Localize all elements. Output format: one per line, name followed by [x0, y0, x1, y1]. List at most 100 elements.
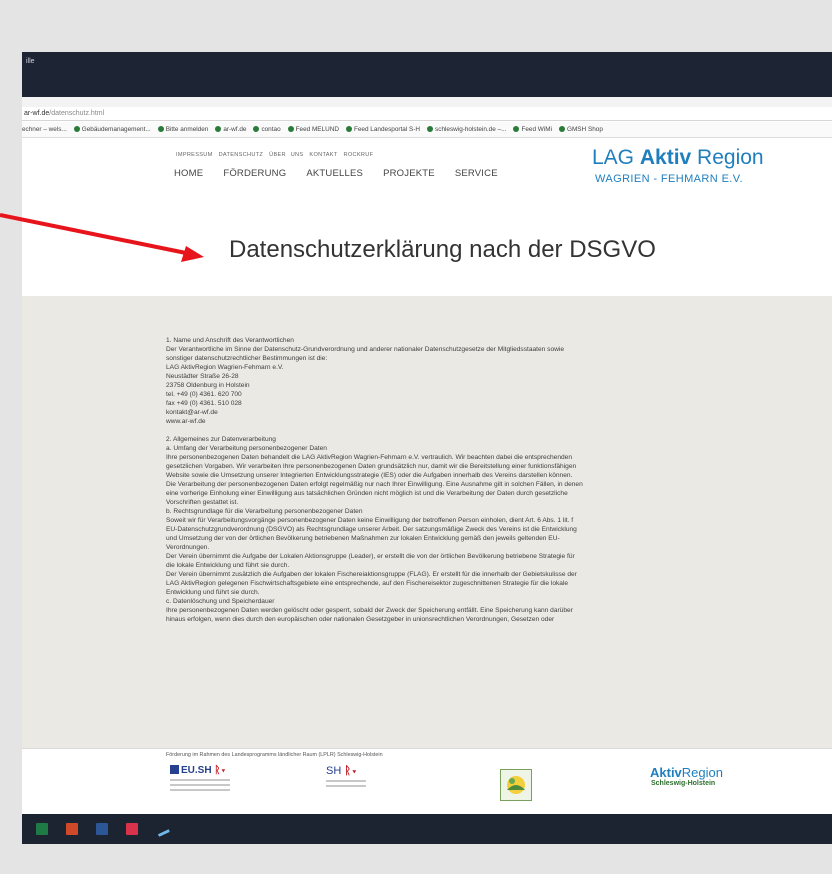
mainnav-item-förderung[interactable]: FÖRDERUNG — [223, 168, 286, 179]
bookmark-label: Bitte anmelden — [165, 126, 209, 133]
eu-logo-text: EU.SH — [181, 765, 212, 776]
bookmark-icon — [287, 126, 294, 132]
tab-strip — [22, 97, 832, 107]
topnav-link[interactable]: IMPRESSUM — [176, 152, 213, 158]
text-line: eine vorherige Einholung einer Einwillig… — [166, 490, 568, 497]
bookmark-icon — [215, 126, 222, 132]
text-line: Der Verein übernimmt zusätzlich die Aufg… — [166, 571, 577, 578]
page-title: Datenschutzerklärung nach der DSGVO — [229, 236, 656, 263]
logo-bold: Aktiv — [639, 146, 692, 169]
text-line: hinaus erfolgen, wenn dies durch den eur… — [166, 616, 555, 623]
text-line: Der Verein übernimmt die Aufgabe der Lok… — [166, 553, 575, 560]
eu-flag-icon — [170, 765, 179, 774]
bookmark-label: Gebäudemanagement... — [81, 126, 151, 133]
text-line: LAG AktivRegion Wagrien-Fehmarn e.V. — [166, 364, 284, 371]
top-navigation: IMPRESSUM DATENSCHUTZ ÜBER UNS KONTAKT ROCKR… — [176, 152, 379, 158]
bookmark-label: echner – wels... — [22, 126, 67, 133]
logo-subtitle: WAGRIEN - FEHMARN E.V. — [595, 173, 743, 185]
mainnav-item-service[interactable]: SERVICE — [455, 168, 498, 179]
text-line: Ihre personenbezogenen Daten behandelt d… — [166, 454, 573, 461]
site-footer: Förderung im Rahmen des Landesprogramms … — [22, 748, 832, 814]
bookmark-item[interactable]: schleswig-holstein.de –... — [427, 126, 506, 133]
aktivregion-sh-logo: AktivRegion Schleswig-Holstein — [650, 765, 740, 787]
bookmark-item[interactable]: Feed WiMi — [513, 126, 552, 133]
window-titlebar: ille — [22, 52, 832, 97]
sh-logo-text: SH — [326, 765, 342, 777]
leader-logo-icon — [500, 769, 532, 801]
text-line: www.ar-wf.de — [166, 418, 206, 425]
bookmark-icon — [513, 126, 520, 132]
pen-tool-icon[interactable] — [154, 821, 170, 837]
sh-logo: SH ᚱ▾ — [326, 765, 386, 807]
word-icon[interactable] — [96, 823, 108, 835]
aktiv-logo-rest: Region — [681, 765, 723, 780]
lag-aktivregion-logo[interactable]: LAG Aktiv Region — [592, 146, 764, 170]
excel-icon[interactable] — [36, 823, 48, 835]
text-line: sonstiger datenschutzrechtlicher Bestimm… — [166, 355, 328, 362]
bookmark-item[interactable]: Feed MELUND — [287, 126, 339, 133]
text-line: Neustädter Straße 26-28 — [166, 373, 239, 380]
window-title: ille — [26, 58, 35, 65]
os-taskbar — [22, 814, 832, 844]
bookmark-label: Feed MELUND — [295, 126, 339, 133]
text-line: Entwicklung und führt sie durch. — [166, 589, 260, 596]
mainnav-item-projekte[interactable]: PROJEKTE — [383, 168, 435, 179]
bookmark-label: ar-wf.de — [223, 126, 247, 133]
text-line: Ihre personenbezogenen Daten werden gelö… — [166, 607, 573, 614]
bookmark-item[interactable]: echner – wels... — [22, 126, 67, 133]
text-line: a. Umfang der Verarbeitung personenbezog… — [166, 445, 327, 452]
text-line: fax +49 (0) 4361. 510 028 — [166, 400, 242, 407]
bookmark-item[interactable]: GMSH Shop — [559, 126, 603, 133]
text-line: Vorschriften gestattet ist. — [166, 499, 239, 506]
content-area: 1. Name und Anschrift des Verantwortlich… — [22, 296, 832, 748]
logo-prefix: LAG — [592, 146, 640, 169]
bookmark-icon — [345, 126, 352, 132]
text-line: Soweit wir für Verarbeitungsvorgänge per… — [166, 517, 574, 524]
main-navigation: HOME FÖRDERUNG AKTUELLES PROJEKTE SERVICE — [174, 168, 518, 179]
bookmark-item[interactable]: ar-wf.de — [215, 126, 246, 133]
bookmark-item[interactable]: Bitte anmelden — [157, 126, 209, 133]
mainnav-item-home[interactable]: HOME — [174, 168, 203, 179]
text-line: 1. Name und Anschrift des Verantwortlich… — [166, 337, 294, 344]
privacy-policy-text: 1. Name und Anschrift des Verantwortlich… — [166, 336, 766, 624]
address-bar[interactable]: ar-wf.de/datenschutz.html — [22, 107, 832, 121]
topnav-link[interactable]: DATENSCHUTZ — [219, 152, 264, 158]
browser-screen: ille ar-wf.de/datenschutz.html echner – … — [22, 52, 832, 844]
eu-sh-logo: EU.SH ᚱ▾ — [170, 765, 254, 807]
section-responsible: 1. Name und Anschrift des Verantwortlich… — [166, 336, 766, 426]
text-line: c. Datenlöschung und Speicherdauer — [166, 598, 275, 605]
bookmark-label: contao — [261, 126, 281, 133]
bookmark-label: Feed Landesportal S-H — [353, 126, 421, 133]
text-line: gesetzlichen Vorgaben. Wir verarbeiten I… — [166, 463, 577, 470]
bookmark-label: schleswig-holstein.de –... — [435, 126, 507, 133]
page-hero: Datenschutzerklärung nach der DSGVO — [22, 198, 832, 296]
funding-note: Förderung im Rahmen des Landesprogramms … — [166, 752, 383, 758]
text-line: b. Rechtsgrundlage für die Verarbeitung … — [166, 508, 363, 515]
bookmark-label: Feed WiMi — [521, 126, 552, 133]
xmind-icon[interactable] — [126, 823, 138, 835]
topnav-link[interactable]: ÜBER UNS — [269, 152, 303, 158]
text-line: tel. +49 (0) 4361. 620 700 — [166, 391, 242, 398]
text-line: Website sowie die Umsetzung unserer Inte… — [166, 472, 573, 479]
text-line: 2. Allgemeines zur Datenverarbeitung — [166, 436, 276, 443]
topnav-link[interactable]: KONTAKT — [309, 152, 337, 158]
bookmark-item[interactable]: contao — [253, 126, 281, 133]
bookmark-icon — [157, 126, 164, 132]
bookmark-icon — [427, 126, 434, 132]
text-line: Verordnungen. — [166, 544, 210, 551]
url-path: /datenschutz.html — [49, 110, 105, 117]
text-line: kontakt@ar-wf.de — [166, 409, 218, 416]
url-domain: ar-wf.de — [24, 110, 50, 117]
text-line: die lokale Entwicklung und führt sie dur… — [166, 562, 290, 569]
topnav-link[interactable]: ROCKRUF — [344, 152, 374, 158]
bookmark-item[interactable]: Gebäudemanagement... — [73, 126, 151, 133]
logo-suffix: Region — [691, 146, 764, 169]
bookmarks-bar: echner – wels... Gebäudemanagement... Bitt… — [22, 122, 832, 138]
text-line: LAG AktivRegion gelegenen Fischwirtschaf… — [166, 580, 569, 587]
mainnav-item-aktuelles[interactable]: AKTUELLES — [306, 168, 363, 179]
text-line: und Umsetzung der von der örtlichen Bevö… — [166, 535, 560, 542]
powerpoint-icon[interactable] — [66, 823, 78, 835]
bookmark-item[interactable]: Feed Landesportal S-H — [345, 126, 421, 133]
text-line: Die Verarbeitung der personenbezogenen D… — [166, 481, 583, 488]
text-line: Der Verantwortliche im Sinne der Datensc… — [166, 346, 565, 353]
